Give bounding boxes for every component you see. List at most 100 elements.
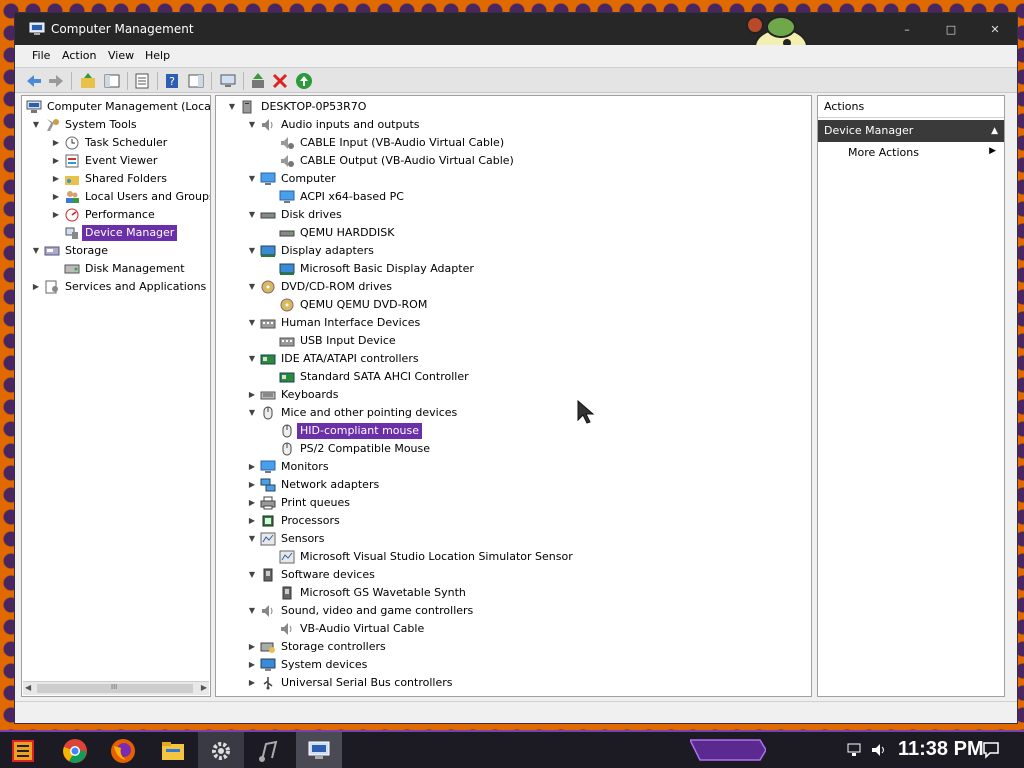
settings-icon[interactable]: [208, 738, 234, 764]
enable-device-icon[interactable]: [295, 72, 313, 90]
device-tree-item[interactable]: QEMU HARDDISK: [216, 224, 811, 242]
expand-arrow-icon[interactable]: ▶: [50, 134, 62, 152]
collapse-arrow-icon[interactable]: ▼: [30, 116, 42, 134]
device-tree-item[interactable]: ▼ Audio inputs and outputs: [216, 116, 811, 134]
device-tree-item[interactable]: ▶ Processors: [216, 512, 811, 530]
device-tree-item[interactable]: ▶ Universal Serial Bus controllers: [216, 674, 811, 692]
collapse-caret-icon[interactable]: ▲: [991, 120, 998, 142]
scroll-right-icon[interactable]: ▶: [201, 683, 207, 692]
collapse-arrow-icon[interactable]: ▼: [226, 98, 238, 116]
console-tree-item[interactable]: Disk Management: [22, 260, 210, 278]
device-tree-item[interactable]: CABLE Output (VB-Audio Virtual Cable): [216, 152, 811, 170]
expand-arrow-icon[interactable]: ▶: [246, 386, 258, 404]
collapse-arrow-icon[interactable]: ▼: [246, 602, 258, 620]
expand-arrow-icon[interactable]: ▶: [50, 170, 62, 188]
console-tree-item[interactable]: ▶ Performance: [22, 206, 210, 224]
device-tree-pane[interactable]: ▼ DESKTOP-0P53R7O ▼ Audio inputs and output…: [215, 95, 812, 697]
update-driver-icon[interactable]: [249, 72, 267, 90]
properties-icon[interactable]: [133, 72, 151, 90]
computer-management-taskbar-icon[interactable]: [306, 738, 332, 764]
expand-arrow-icon[interactable]: ▶: [30, 278, 42, 296]
device-tree-item[interactable]: ▶ Print queues: [216, 494, 811, 512]
uninstall-device-icon[interactable]: [271, 72, 289, 90]
file-explorer-icon[interactable]: [160, 738, 186, 764]
expand-arrow-icon[interactable]: ▶: [246, 638, 258, 656]
device-tree-item[interactable]: Microsoft Basic Display Adapter: [216, 260, 811, 278]
device-tree-item[interactable]: ▼ Disk drives: [216, 206, 811, 224]
maximize-button[interactable]: □: [929, 23, 973, 39]
more-actions-link[interactable]: More Actions: [848, 146, 919, 159]
firefox-icon[interactable]: [110, 738, 136, 764]
expand-arrow-icon[interactable]: ▶: [246, 494, 258, 512]
device-tree-item[interactable]: ▶ Storage controllers: [216, 638, 811, 656]
device-tree-item[interactable]: ▼ DESKTOP-0P53R7O: [216, 98, 811, 116]
help-icon[interactable]: ?: [163, 72, 181, 90]
device-tree-item[interactable]: Microsoft Visual Studio Location Simulat…: [216, 548, 811, 566]
expand-arrow-icon[interactable]: ▶: [50, 152, 62, 170]
menu-help[interactable]: Help: [145, 49, 170, 62]
console-tree-item[interactable]: ▶ Task Scheduler: [22, 134, 210, 152]
collapse-arrow-icon[interactable]: ▼: [246, 278, 258, 296]
device-tree-item[interactable]: HID-compliant mouse: [216, 422, 811, 440]
device-tree-item[interactable]: Microsoft GS Wavetable Synth: [216, 584, 811, 602]
device-tree-item[interactable]: ▼ Computer: [216, 170, 811, 188]
collapse-arrow-icon[interactable]: ▼: [246, 530, 258, 548]
device-tree-item[interactable]: VB-Audio Virtual Cable: [216, 620, 811, 638]
actions-section-device-manager[interactable]: Device Manager ▲: [818, 120, 1004, 142]
device-tree-item[interactable]: Standard SATA AHCI Controller: [216, 368, 811, 386]
device-tree-item[interactable]: ▼ DVD/CD-ROM drives: [216, 278, 811, 296]
collapse-arrow-icon[interactable]: ▼: [246, 566, 258, 584]
scroll-left-icon[interactable]: ◀: [25, 683, 31, 692]
collapse-arrow-icon[interactable]: ▼: [246, 404, 258, 422]
expand-arrow-icon[interactable]: ▶: [50, 188, 62, 206]
device-tree-item[interactable]: ▼ Mice and other pointing devices: [216, 404, 811, 422]
device-tree-item[interactable]: ▶ Keyboards: [216, 386, 811, 404]
collapse-arrow-icon[interactable]: ▼: [30, 242, 42, 260]
console-tree-item[interactable]: ▼ Storage: [22, 242, 210, 260]
console-tree-item[interactable]: ▶ Event Viewer: [22, 152, 210, 170]
console-tree-pane[interactable]: ◀ III ▶ Computer Management (Local) ▼ Syst…: [21, 95, 211, 697]
collapse-arrow-icon[interactable]: ▼: [246, 170, 258, 188]
expand-arrow-icon[interactable]: ▶: [246, 512, 258, 530]
music-app-icon[interactable]: [256, 738, 282, 764]
device-tree-item[interactable]: ACPI x64-based PC: [216, 188, 811, 206]
collapse-arrow-icon[interactable]: ▼: [246, 350, 258, 368]
notification-icon[interactable]: [982, 741, 1000, 759]
device-tree-item[interactable]: ▶ Monitors: [216, 458, 811, 476]
collapse-arrow-icon[interactable]: ▼: [246, 206, 258, 224]
menu-view[interactable]: View: [108, 49, 134, 62]
start-icon[interactable]: [10, 738, 36, 764]
show-hide-tree-icon[interactable]: [103, 72, 121, 90]
menu-file[interactable]: File: [32, 49, 50, 62]
title-bar[interactable]: Computer Management – □ ✕: [15, 13, 1017, 66]
forward-icon[interactable]: [47, 72, 65, 90]
expand-arrow-icon[interactable]: ▶: [50, 206, 62, 224]
expand-arrow-icon[interactable]: ▶: [246, 674, 258, 692]
device-tree-item[interactable]: QEMU QEMU DVD-ROM: [216, 296, 811, 314]
console-tree-item[interactable]: Device Manager: [22, 224, 210, 242]
menu-action[interactable]: Action: [62, 49, 96, 62]
scan-hardware-icon[interactable]: [219, 72, 237, 90]
chrome-icon[interactable]: [62, 738, 88, 764]
horizontal-scrollbar[interactable]: ◀ III ▶: [23, 681, 209, 695]
expand-arrow-icon[interactable]: ▶: [246, 656, 258, 674]
device-tree-item[interactable]: PS/2 Compatible Mouse: [216, 440, 811, 458]
device-tree-item[interactable]: ▼ Software devices: [216, 566, 811, 584]
device-tree-item[interactable]: ▼ Sensors: [216, 530, 811, 548]
console-tree-item[interactable]: ▶ Shared Folders: [22, 170, 210, 188]
minimize-button[interactable]: –: [885, 23, 929, 39]
up-folder-icon[interactable]: [79, 72, 97, 90]
console-tree-item[interactable]: ▶ Local Users and Groups: [22, 188, 210, 206]
console-tree-item[interactable]: ▶ Services and Applications: [22, 278, 210, 296]
expand-arrow-icon[interactable]: ▶: [246, 458, 258, 476]
action-pane-icon[interactable]: [187, 72, 205, 90]
console-tree-item[interactable]: Computer Management (Local): [22, 98, 210, 116]
expand-arrow-icon[interactable]: ▶: [246, 476, 258, 494]
collapse-arrow-icon[interactable]: ▼: [246, 116, 258, 134]
device-tree-item[interactable]: ▼ Display adapters: [216, 242, 811, 260]
device-tree-item[interactable]: ▼ Human Interface Devices: [216, 314, 811, 332]
device-tree-item[interactable]: ▶ System devices: [216, 656, 811, 674]
console-tree-item[interactable]: ▼ System Tools: [22, 116, 210, 134]
close-button[interactable]: ✕: [973, 23, 1017, 39]
collapse-arrow-icon[interactable]: ▼: [246, 314, 258, 332]
